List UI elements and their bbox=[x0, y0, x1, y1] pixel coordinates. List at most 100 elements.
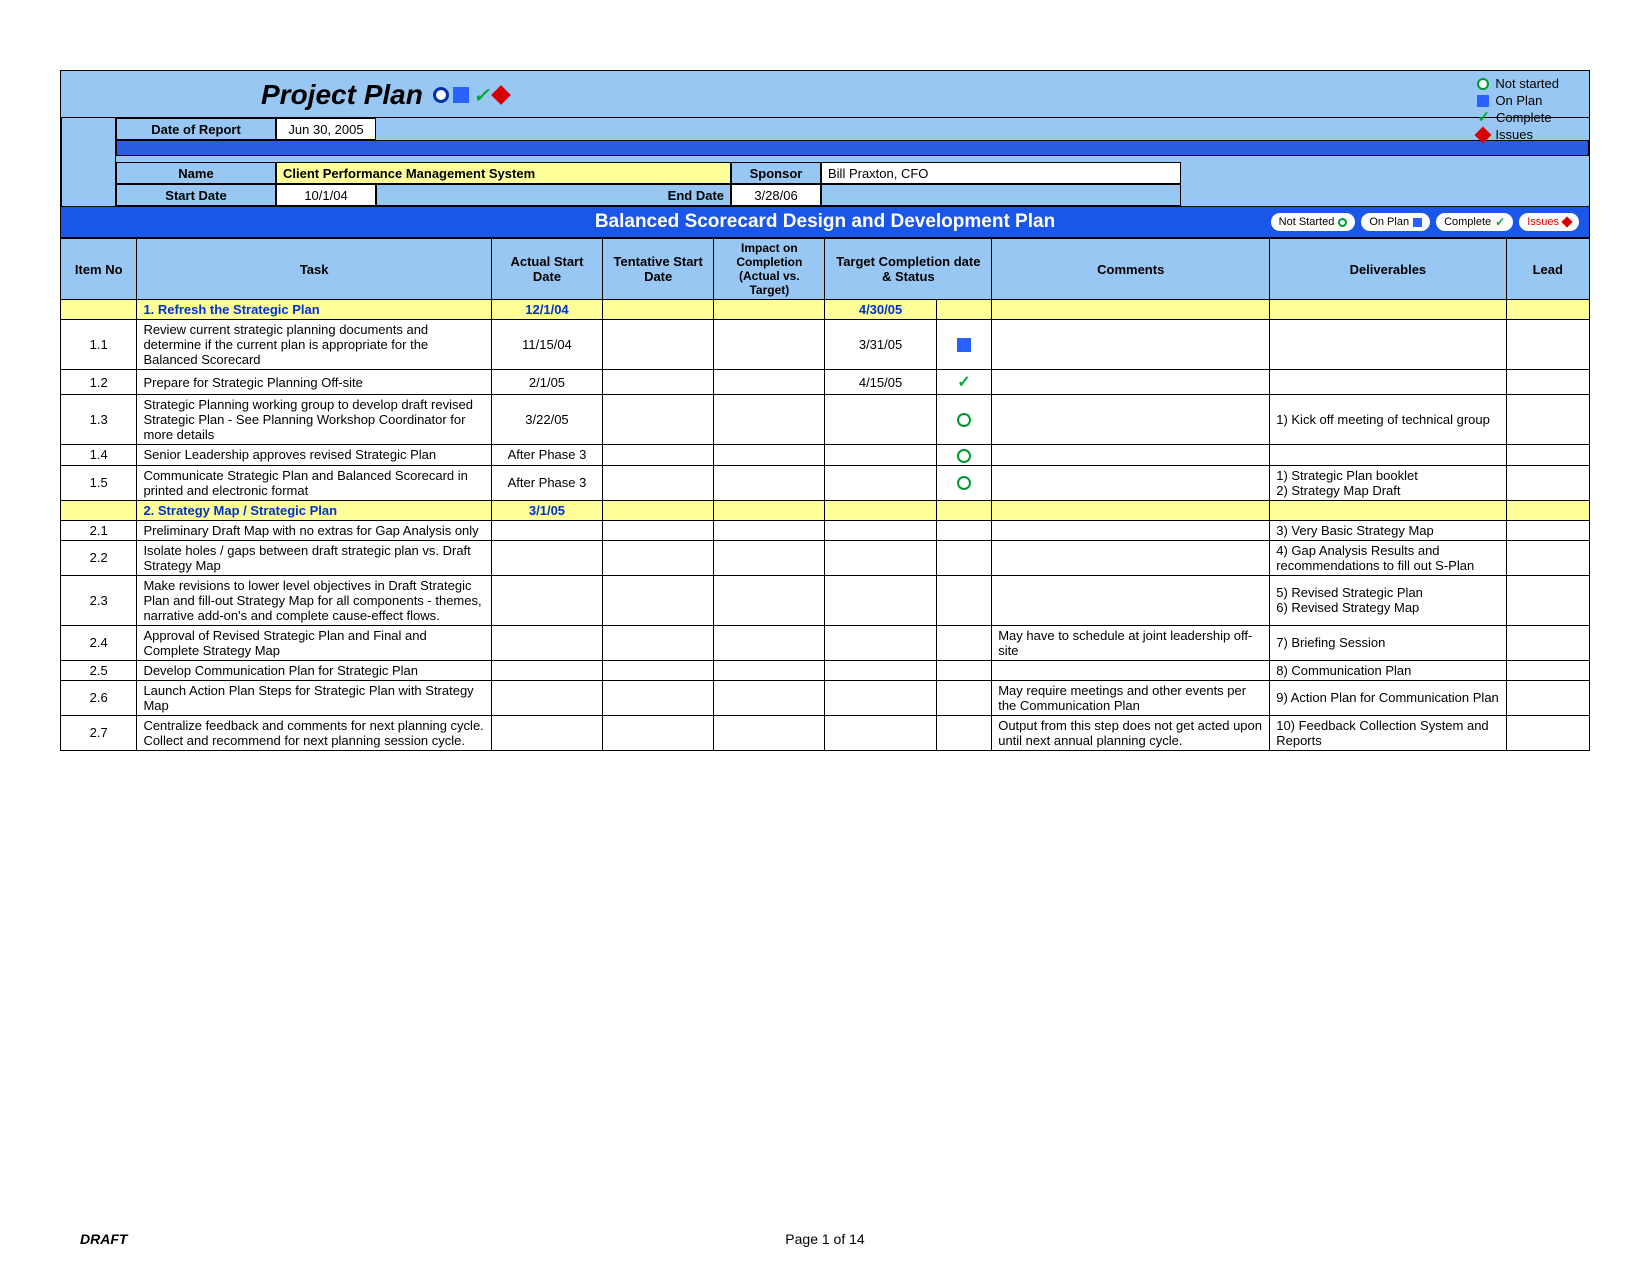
issues-icon bbox=[1475, 126, 1492, 143]
cell-item: 2.3 bbox=[61, 575, 137, 625]
cell-comments bbox=[992, 320, 1270, 370]
cell-status bbox=[936, 625, 992, 660]
cell-item: 2.6 bbox=[61, 680, 137, 715]
cell-impact bbox=[714, 680, 825, 715]
header-band: Project Plan ✓ Not started On Plan ✓Comp… bbox=[60, 70, 1590, 206]
cell-tentative-start bbox=[603, 680, 714, 715]
cell-status bbox=[936, 520, 992, 540]
cell-target-completion bbox=[825, 680, 936, 715]
cell-comments bbox=[992, 575, 1270, 625]
cell-comments bbox=[992, 465, 1270, 500]
cell-item: 2.2 bbox=[61, 540, 137, 575]
cell-tentative-start bbox=[603, 370, 714, 395]
cell-status bbox=[936, 540, 992, 575]
cell-actual-start: After Phase 3 bbox=[491, 465, 602, 500]
end-date-value: 3/28/06 bbox=[731, 184, 821, 206]
cell-item: 1.4 bbox=[61, 445, 137, 466]
cell-deliverables: 4) Gap Analysis Results and recommendati… bbox=[1270, 540, 1506, 575]
cell-impact bbox=[714, 660, 825, 680]
page-title-row: Project Plan ✓ bbox=[61, 79, 1589, 117]
cell-impact bbox=[714, 395, 825, 445]
cell-deliverables: 3) Very Basic Strategy Map bbox=[1270, 520, 1506, 540]
cell-comments bbox=[992, 520, 1270, 540]
cell-impact bbox=[714, 625, 825, 660]
not-started-icon bbox=[433, 87, 449, 103]
cell-lead bbox=[1506, 370, 1589, 395]
cell-status bbox=[936, 320, 992, 370]
col-target-completion: Target Completion date & Status bbox=[825, 239, 992, 300]
col-comments: Comments bbox=[992, 239, 1270, 300]
table-row: 1.2Prepare for Strategic Planning Off-si… bbox=[61, 370, 1590, 395]
cell-target-completion bbox=[825, 465, 936, 500]
section-target-completion: 4/30/05 bbox=[825, 300, 936, 320]
cell-task: Develop Communication Plan for Strategic… bbox=[137, 660, 491, 680]
cell-task: Strategic Planning working group to deve… bbox=[137, 395, 491, 445]
col-actual-start: Actual Start Date bbox=[491, 239, 602, 300]
cell-deliverables bbox=[1270, 320, 1506, 370]
complete-icon: ✓ bbox=[1495, 215, 1505, 229]
cell-comments bbox=[992, 395, 1270, 445]
not-started-icon bbox=[1477, 78, 1489, 90]
cell-actual-start: 3/22/05 bbox=[491, 395, 602, 445]
cell-status bbox=[936, 395, 992, 445]
draft-stamp: DRAFT bbox=[80, 1231, 127, 1247]
cell-status bbox=[936, 445, 992, 466]
pill-on-plan: On Plan bbox=[1361, 213, 1430, 231]
page-number: Page 1 of 14 bbox=[785, 1231, 864, 1247]
cell-target-completion: 3/31/05 bbox=[825, 320, 936, 370]
section-title: 2. Strategy Map / Strategic Plan bbox=[137, 500, 491, 520]
cell-actual-start: After Phase 3 bbox=[491, 445, 602, 466]
table-row: 1.3Strategic Planning working group to d… bbox=[61, 395, 1590, 445]
cell-item: 1.5 bbox=[61, 465, 137, 500]
cell-status: ✓ bbox=[936, 370, 992, 395]
cell-target-completion bbox=[825, 660, 936, 680]
cell-deliverables: 1) Kick off meeting of technical group bbox=[1270, 395, 1506, 445]
on-plan-icon bbox=[1413, 218, 1422, 227]
cell-target-completion bbox=[825, 715, 936, 750]
cell-item: 2.1 bbox=[61, 520, 137, 540]
table-row: 1.5Communicate Strategic Plan and Balanc… bbox=[61, 465, 1590, 500]
cell-task: Launch Action Plan Steps for Strategic P… bbox=[137, 680, 491, 715]
cell-item: 1.3 bbox=[61, 395, 137, 445]
cell-tentative-start bbox=[603, 520, 714, 540]
cell-task: Centralize feedback and comments for nex… bbox=[137, 715, 491, 750]
cell-task: Make revisions to lower level objectives… bbox=[137, 575, 491, 625]
table-row: 1.1Review current strategic planning doc… bbox=[61, 320, 1590, 370]
cell-task: Preliminary Draft Map with no extras for… bbox=[137, 520, 491, 540]
cell-lead bbox=[1506, 540, 1589, 575]
issues-icon bbox=[491, 85, 511, 105]
cell-impact bbox=[714, 465, 825, 500]
page-footer: DRAFT Page 1 of 14 bbox=[60, 1231, 1590, 1247]
cell-item: 1.2 bbox=[61, 370, 137, 395]
cell-comments bbox=[992, 540, 1270, 575]
cell-status bbox=[936, 575, 992, 625]
cell-item: 1.1 bbox=[61, 320, 137, 370]
cell-task: Review current strategic planning docume… bbox=[137, 320, 491, 370]
cell-deliverables: 8) Communication Plan bbox=[1270, 660, 1506, 680]
cell-task: Prepare for Strategic Planning Off-site bbox=[137, 370, 491, 395]
legend-issues: Issues bbox=[1495, 126, 1533, 143]
cell-item: 2.7 bbox=[61, 715, 137, 750]
cell-comments bbox=[992, 370, 1270, 395]
cell-actual-start bbox=[491, 660, 602, 680]
cell-target-completion bbox=[825, 520, 936, 540]
col-impact: Impact on Completion (Actual vs. Target) bbox=[714, 239, 825, 300]
cell-target-completion bbox=[825, 540, 936, 575]
cell-lead bbox=[1506, 660, 1589, 680]
table-row: 2.4Approval of Revised Strategic Plan an… bbox=[61, 625, 1590, 660]
table-row: 2.1Preliminary Draft Map with no extras … bbox=[61, 520, 1590, 540]
info-grid: Date of Report Jun 30, 2005 Name Client … bbox=[61, 117, 1589, 206]
cell-task: Senior Leadership approves revised Strat… bbox=[137, 445, 491, 466]
cell-task: Approval of Revised Strategic Plan and F… bbox=[137, 625, 491, 660]
cell-item: 2.5 bbox=[61, 660, 137, 680]
banner-pills: Not Started On Plan Complete✓ Issues bbox=[1271, 213, 1579, 231]
complete-icon: ✓ bbox=[1477, 109, 1490, 126]
cell-impact bbox=[714, 520, 825, 540]
section-actual-start: 12/1/04 bbox=[491, 300, 602, 320]
cell-impact bbox=[714, 320, 825, 370]
cell-lead bbox=[1506, 680, 1589, 715]
plan-table-header: Item No Task Actual Start Date Tentative… bbox=[61, 239, 1590, 300]
cell-target-completion bbox=[825, 575, 936, 625]
cell-tentative-start bbox=[603, 575, 714, 625]
cell-comments: May have to schedule at joint leadership… bbox=[992, 625, 1270, 660]
